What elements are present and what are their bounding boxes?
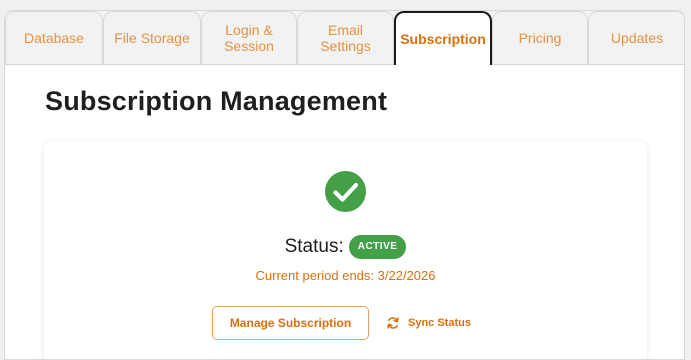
tab-bar: Database File Storage Login & Session Em… xyxy=(5,11,684,65)
tab-database[interactable]: Database xyxy=(5,11,103,64)
tab-label: Email Settings xyxy=(320,22,371,54)
page-title: Subscription Management xyxy=(45,86,388,116)
tab-email-settings[interactable]: Email Settings xyxy=(297,11,394,64)
status-row: Status: ACTIVE xyxy=(44,234,647,260)
tab-label: Updates xyxy=(610,30,664,46)
period-end-text: Current period ends: 3/22/2026 xyxy=(255,268,436,283)
tab-label: Subscription xyxy=(400,31,486,47)
tab-file-storage[interactable]: File Storage xyxy=(103,11,201,64)
settings-window: Database File Storage Login & Session Em… xyxy=(4,10,685,360)
tab-updates[interactable]: Updates xyxy=(588,11,684,64)
manage-subscription-button[interactable]: Manage Subscription xyxy=(212,306,369,340)
tab-label: Login & Session xyxy=(224,22,274,54)
tab-label: Pricing xyxy=(518,30,562,46)
sync-icon xyxy=(387,317,399,329)
tab-subscription[interactable]: Subscription xyxy=(394,11,492,65)
tab-label: File Storage xyxy=(114,30,190,46)
status-badge: ACTIVE xyxy=(348,235,407,259)
tab-login-session[interactable]: Login & Session xyxy=(201,11,297,64)
sync-status-button[interactable]: Sync Status xyxy=(386,313,471,333)
subscription-card: Status: ACTIVE Current period ends: 3/22/… xyxy=(44,141,647,359)
check-circle-icon xyxy=(325,171,366,212)
sync-status-label: Sync Status xyxy=(408,317,471,329)
status-label: Status: xyxy=(284,236,344,257)
tab-pricing[interactable]: Pricing xyxy=(492,11,588,64)
tab-label: Database xyxy=(24,30,84,46)
